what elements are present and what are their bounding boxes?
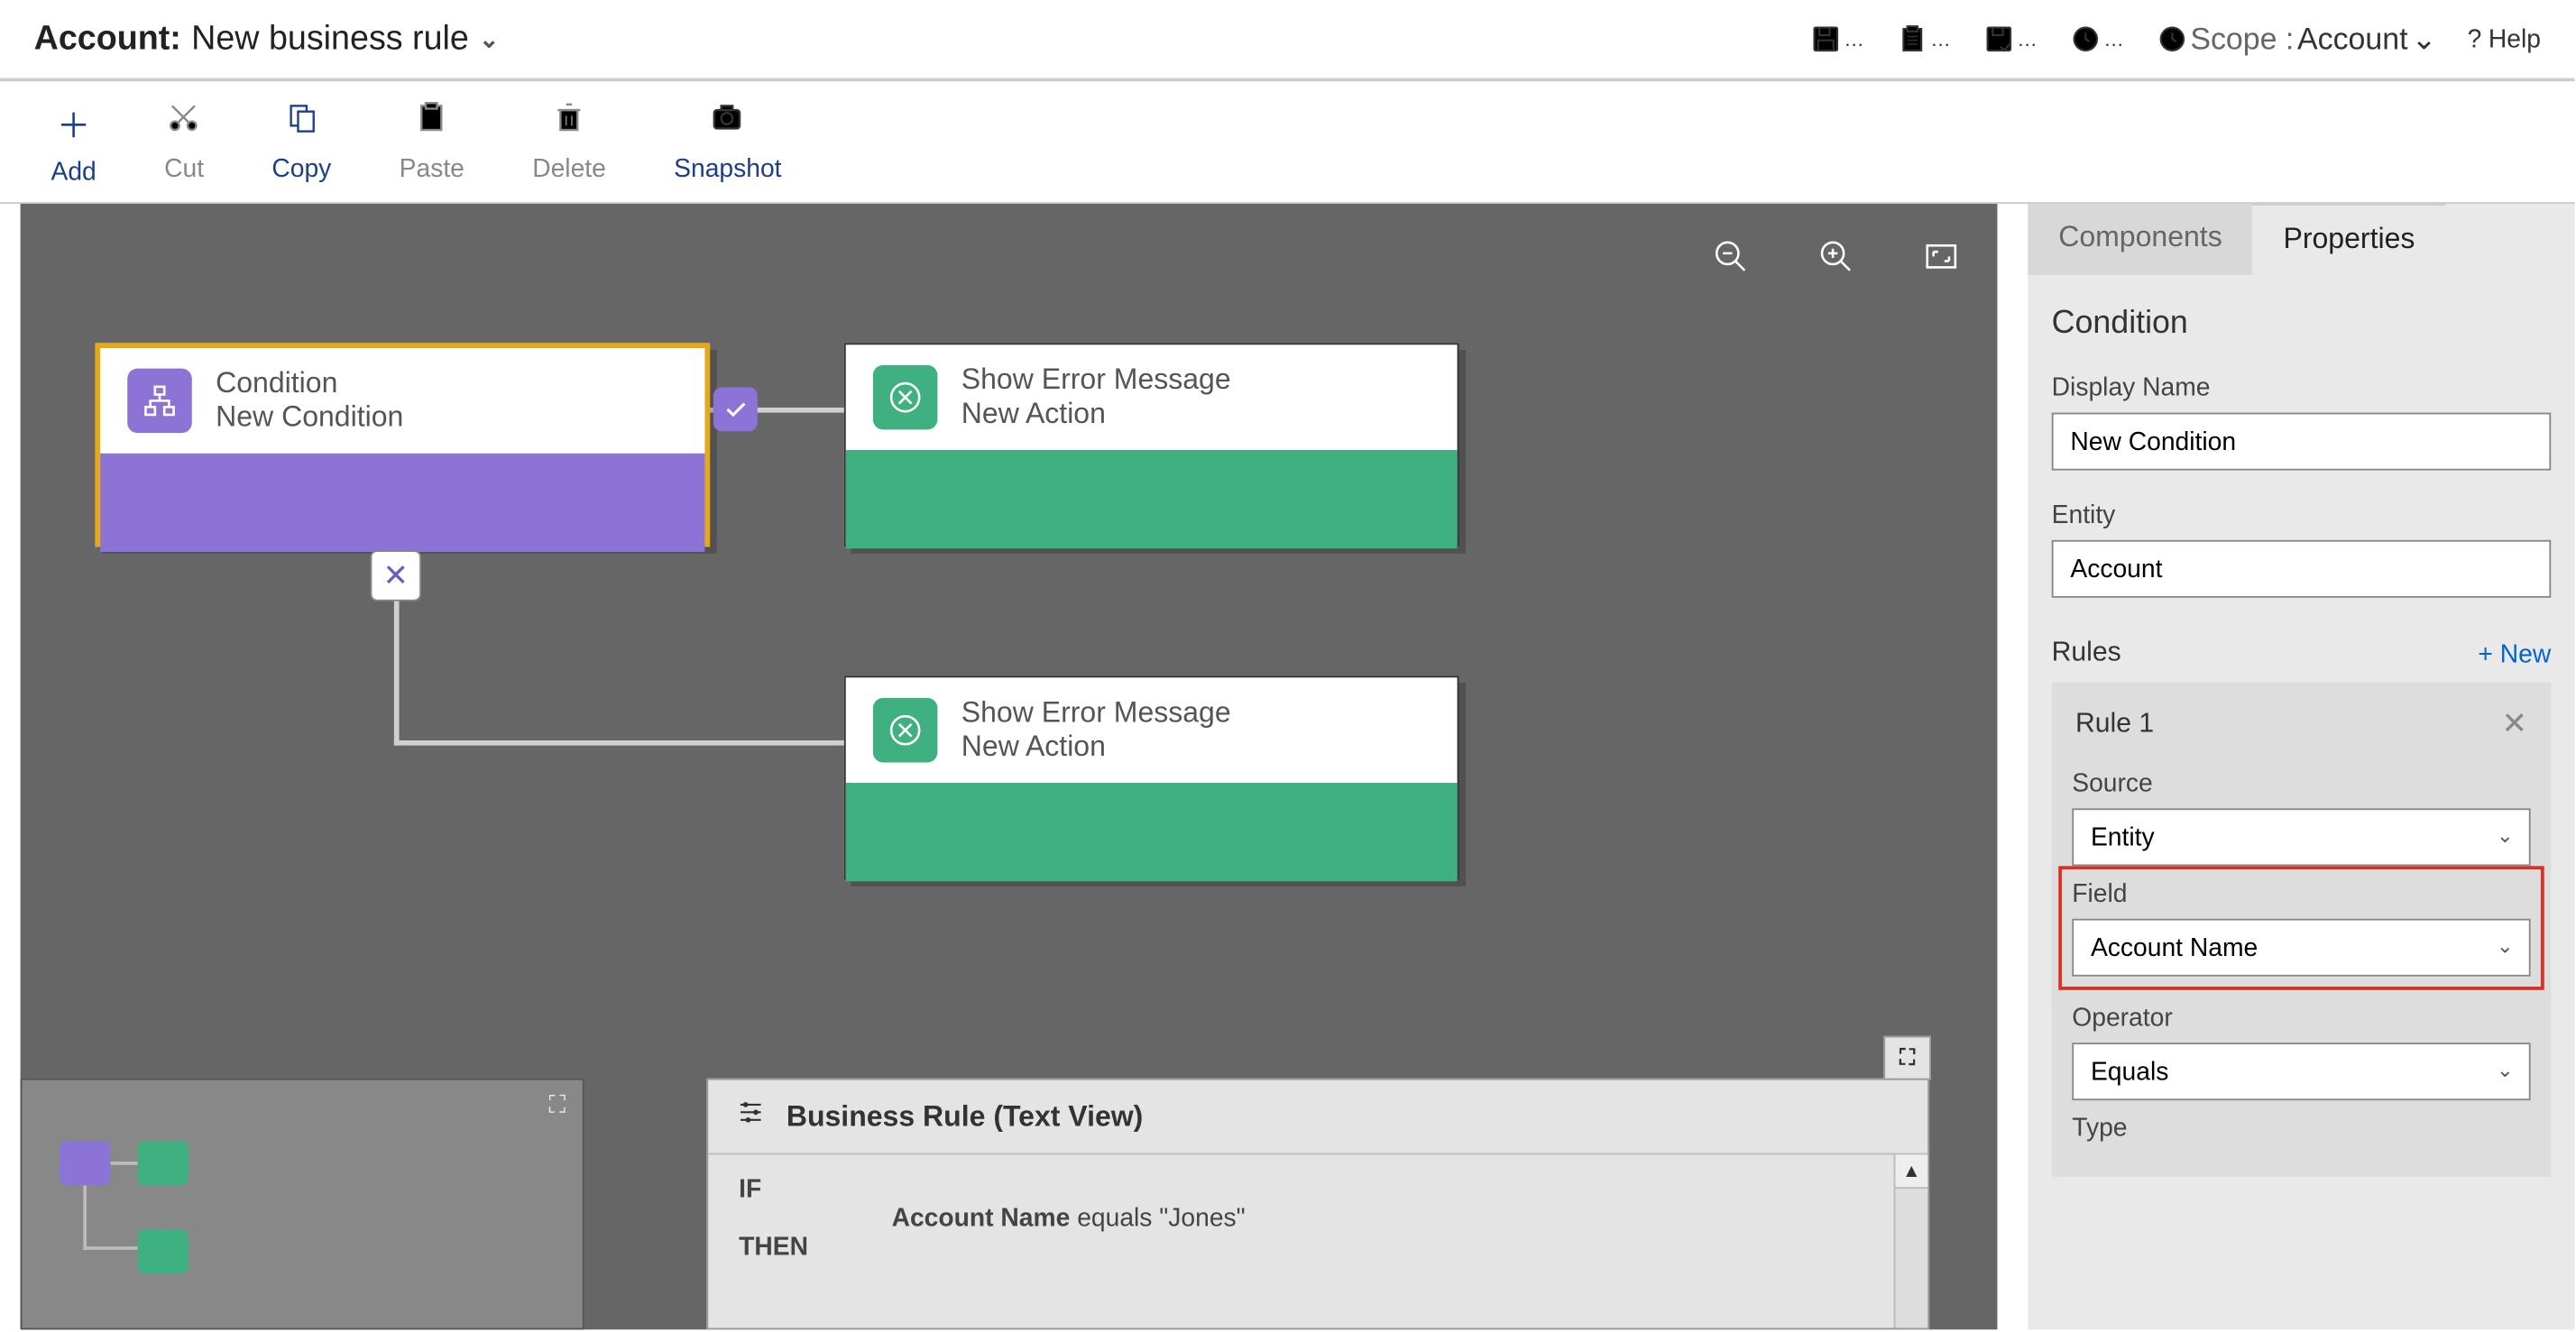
- scissors-icon: [167, 100, 201, 144]
- text-view-panel: Business Rule (Text View) ⛶ IF Account N…: [706, 1079, 1929, 1330]
- node-subtitle: New Action: [961, 398, 1231, 432]
- snapshot-label: Snapshot: [674, 154, 781, 183]
- paste-icon: [415, 100, 449, 144]
- true-branch-badge[interactable]: [713, 387, 758, 431]
- saveas-menu-button[interactable]: …: [1983, 23, 2039, 54]
- condition-node[interactable]: Condition New Condition: [95, 343, 710, 547]
- title-bar: Account: New business rule ⌄ … … … … Sco…: [0, 0, 2575, 81]
- scope-label: Scope :: [2190, 22, 2294, 58]
- add-button[interactable]: ＋ Add: [51, 97, 96, 186]
- then-keyword: THEN: [739, 1233, 808, 1262]
- help-label: Help: [2489, 24, 2541, 53]
- plus-icon: ＋: [57, 97, 91, 147]
- action-node-1[interactable]: Show Error Message New Action: [844, 343, 1459, 547]
- display-name-label: Display Name: [2052, 373, 2552, 402]
- designer-canvas[interactable]: Condition New Condition ✕ Show Error Mes…: [21, 204, 1998, 1329]
- rule-1-title: Rule 1: [2075, 709, 2154, 739]
- rule-name: New business rule: [191, 20, 469, 59]
- node-title: Condition: [216, 367, 403, 401]
- source-label: Source: [2072, 769, 2530, 798]
- copy-icon: [285, 100, 319, 144]
- field-highlight-box: Field ⌄: [2058, 866, 2544, 989]
- false-branch-badge[interactable]: ✕: [370, 550, 420, 601]
- condition-icon: [127, 369, 192, 434]
- cut-label: Cut: [164, 154, 204, 183]
- display-name-input[interactable]: [2052, 413, 2552, 471]
- delete-button[interactable]: Delete: [532, 100, 606, 183]
- chevron-down-icon: ⌄: [479, 24, 499, 53]
- clipboard-menu-button[interactable]: …: [1897, 23, 1953, 54]
- zoom-out-button[interactable]: [1708, 234, 1753, 279]
- type-label: Type: [2072, 1114, 2530, 1143]
- chevron-down-icon: ⌄: [2411, 22, 2436, 58]
- text-view-title: Business Rule (Text View): [787, 1099, 1144, 1134]
- question-icon: ?: [2468, 24, 2482, 53]
- section-title: Condition: [2052, 306, 2552, 343]
- copy-button[interactable]: Copy: [271, 100, 331, 183]
- node-title: Show Error Message: [961, 363, 1231, 398]
- save-menu-button[interactable]: …: [1810, 23, 1866, 54]
- properties-panel: Components Properties Condition Display …: [2028, 204, 2574, 1329]
- scope-value: Account: [2297, 22, 2407, 58]
- text-view-scrollbar[interactable]: ▲: [1894, 1154, 1928, 1327]
- entity-name: Account:: [34, 20, 181, 59]
- rule-1-block: Rule 1 ✕ Source ⌄ Field: [2052, 683, 2552, 1177]
- fit-screen-button[interactable]: [1919, 234, 1964, 279]
- copy-label: Copy: [271, 154, 331, 183]
- error-icon: [873, 365, 938, 430]
- source-select[interactable]: [2072, 808, 2530, 866]
- tab-properties[interactable]: Properties: [2253, 204, 2446, 275]
- paste-button[interactable]: Paste: [400, 100, 465, 183]
- toolbar: ＋ Add Cut Copy Paste Delete: [0, 81, 2575, 204]
- tab-components[interactable]: Components: [2028, 204, 2252, 275]
- text-view-settings-icon[interactable]: [735, 1097, 766, 1135]
- scroll-up-icon[interactable]: ▲: [1895, 1154, 1927, 1189]
- node-subtitle: New Action: [961, 730, 1231, 765]
- camera-icon: [711, 100, 745, 144]
- node-subtitle: New Condition: [216, 400, 403, 435]
- trash-icon: [552, 100, 586, 144]
- if-keyword: IF: [739, 1175, 761, 1204]
- minimap-action2: [138, 1229, 189, 1273]
- minimap[interactable]: ⛶: [21, 1079, 584, 1330]
- operator-select[interactable]: [2072, 1043, 2530, 1100]
- entity-label: Entity: [2052, 501, 2552, 529]
- new-rule-button[interactable]: + New: [2478, 639, 2551, 668]
- text-view-expand-button[interactable]: ⛶: [1883, 1036, 1931, 1080]
- minimap-expand-icon[interactable]: ⛶: [549, 1090, 566, 1119]
- paste-label: Paste: [400, 154, 465, 183]
- rule-title-dropdown[interactable]: Account: New business rule ⌄: [34, 20, 500, 59]
- cut-button[interactable]: Cut: [164, 100, 204, 183]
- minimap-condition: [60, 1141, 110, 1185]
- rule-close-icon[interactable]: ✕: [2501, 706, 2526, 742]
- add-label: Add: [51, 157, 96, 186]
- condition-field: Account Name: [892, 1204, 1071, 1233]
- clock-menu-button[interactable]: …: [2070, 23, 2126, 54]
- snapshot-button[interactable]: Snapshot: [674, 100, 781, 183]
- scope-dropdown[interactable]: Scope : Account ⌄: [2157, 22, 2437, 58]
- field-label: Field: [2072, 879, 2530, 908]
- field-select[interactable]: [2072, 919, 2530, 977]
- zoom-in-button[interactable]: [1814, 234, 1858, 279]
- rules-label: Rules: [2052, 638, 2121, 669]
- condition-rest: equals "Jones": [1070, 1204, 1245, 1233]
- entity-input[interactable]: [2052, 540, 2552, 598]
- help-button[interactable]: ? Help: [2468, 24, 2541, 53]
- action-node-2[interactable]: Show Error Message New Action: [844, 675, 1459, 879]
- delete-label: Delete: [532, 154, 606, 183]
- node-title: Show Error Message: [961, 696, 1231, 730]
- error-icon: [873, 698, 938, 763]
- operator-label: Operator: [2072, 1004, 2530, 1033]
- minimap-action1: [138, 1141, 189, 1185]
